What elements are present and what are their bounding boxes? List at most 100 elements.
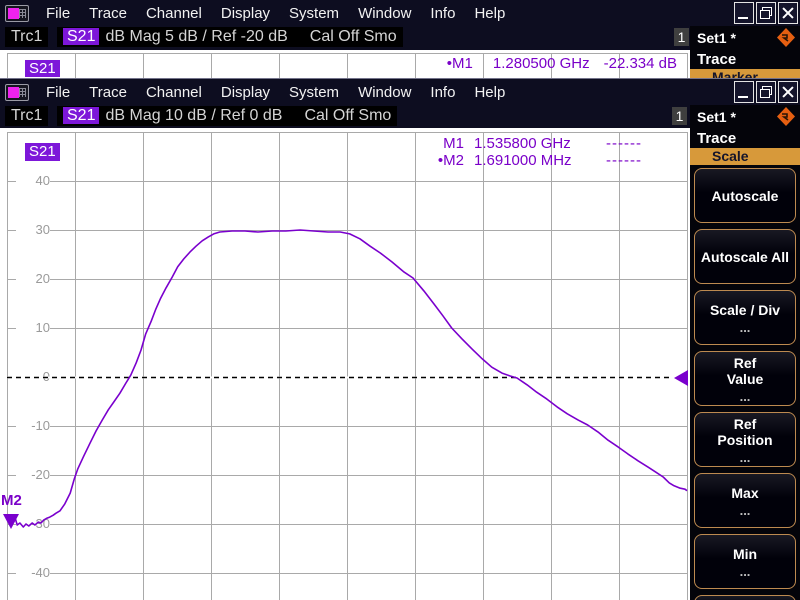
marker-frequency: 1.535800 GHz: [474, 135, 586, 152]
marker-frequency: 1.691000 MHz: [474, 152, 586, 169]
softkey-min[interactable]: Min...: [694, 534, 796, 589]
ellipsis: ...: [740, 390, 751, 403]
marker-level-placeholder: ------: [606, 135, 660, 152]
menu-window[interactable]: Window: [350, 2, 419, 25]
back-plot-trace-label: S21: [25, 60, 60, 77]
front-setup-row: Set1 *: [690, 105, 800, 128]
marker-name: M1: [420, 135, 464, 152]
back-setup-row: Set1 *: [690, 26, 800, 49]
restore-icon[interactable]: [756, 2, 776, 24]
rs-logo-icon: [776, 27, 796, 48]
softkey-list: Autoscale Autoscale All Scale / Div... R…: [690, 165, 800, 600]
meas-parameter-chip: S21: [63, 28, 99, 45]
y-tick-n20: -20: [16, 466, 50, 483]
y-tick-40: 40: [16, 172, 50, 189]
softkey-label: Min: [733, 546, 757, 562]
menu-trace[interactable]: Trace: [81, 81, 135, 104]
marker-frequency: 1.280500 GHz: [493, 55, 590, 72]
trace-name-box[interactable]: Trc1: [5, 106, 48, 126]
softkey-label: Scale / Div: [710, 302, 780, 318]
menu-info[interactable]: Info: [422, 81, 463, 104]
channel-number-badge: 1: [672, 107, 687, 125]
softkey-max[interactable]: Max...: [694, 473, 796, 528]
y-tick-20: 20: [16, 270, 50, 287]
cal-state: Cal Off Smo: [310, 28, 397, 45]
softkey-tab-scale[interactable]: Scale: [690, 148, 800, 165]
app-system-menu-icon[interactable]: [5, 84, 29, 101]
y-tick-0: 0: [16, 368, 50, 385]
softkey-label: Max: [731, 485, 758, 501]
menu-window[interactable]: Window: [350, 81, 419, 104]
display-screen-glyph: [8, 87, 19, 98]
display-grid-glyph: [19, 88, 26, 97]
display-grid-glyph: [19, 9, 26, 18]
cal-state: Cal Off Smo: [304, 107, 391, 124]
menu-channel[interactable]: Channel: [138, 81, 210, 104]
trace-settings-box[interactable]: S21dB Mag 5 dB / Ref -20 dBCal Off Smo: [57, 27, 403, 47]
softkey-ref-position[interactable]: RefPosition...: [694, 412, 796, 467]
softkey-label: Ref: [734, 416, 757, 432]
setup-title: Set1 *: [697, 30, 736, 46]
front-window-menubar: File Trace Channel Display System Window…: [0, 79, 800, 105]
front-window: File Trace Channel Display System Window…: [0, 78, 800, 600]
meas-parameter-chip: S21: [63, 107, 99, 124]
back-window-menubar: File Trace Channel Display System Window…: [0, 0, 800, 26]
menu-info[interactable]: Info: [422, 2, 463, 25]
y-tick-10: 10: [16, 319, 50, 336]
menu-system[interactable]: System: [281, 2, 347, 25]
softkey-group-label: Trace: [690, 128, 800, 148]
restore-icon[interactable]: [756, 81, 776, 103]
softkey-label: Ref: [734, 355, 757, 371]
marker-level: -22.334 dB: [604, 55, 677, 72]
y-tick-n40: -40: [16, 564, 50, 581]
vna-screen: File Trace Channel Display System Window…: [0, 0, 800, 600]
marker-name: •M1: [447, 55, 473, 72]
minimize-icon[interactable]: [734, 81, 754, 103]
back-plot-area: S21 •M1 1.280500 GHz -22.334 dB: [0, 50, 690, 78]
softkey-autoscale[interactable]: Autoscale: [694, 168, 796, 223]
softkey-ref-value[interactable]: RefValue...: [694, 351, 796, 406]
ellipsis: ...: [740, 321, 751, 334]
trace-settings-box[interactable]: S21dB Mag 10 dB / Ref 0 dBCal Off Smo: [57, 106, 397, 126]
menu-system[interactable]: System: [281, 81, 347, 104]
front-window-controls: [734, 81, 798, 103]
softkey-label-2: Value: [727, 371, 764, 387]
y-tick-30: 30: [16, 221, 50, 238]
softkey-group-label: Trace: [690, 49, 800, 69]
close-icon[interactable]: [778, 2, 798, 24]
setup-title: Set1 *: [697, 109, 736, 125]
y-tick-n30: -30: [16, 515, 50, 532]
back-trace-info-bar: Trc1 S21dB Mag 5 dB / Ref -20 dBCal Off …: [0, 26, 800, 49]
front-softkey-panel: Set1 * Trace Scale Autoscale Autoscale A…: [690, 105, 800, 600]
menu-trace[interactable]: Trace: [81, 2, 135, 25]
marker-level-placeholder: ------: [606, 152, 660, 169]
close-icon[interactable]: [778, 81, 798, 103]
menu-display[interactable]: Display: [213, 2, 278, 25]
ellipsis: ...: [740, 565, 751, 578]
softkey-scale-div[interactable]: Scale / Div...: [694, 290, 796, 345]
softkey-autoscale-all[interactable]: Autoscale All: [694, 229, 796, 284]
front-window-menu: File Trace Channel Display System Window…: [38, 81, 513, 104]
rs-logo-icon: [776, 106, 796, 127]
plot-grid: [7, 132, 688, 600]
menu-help[interactable]: Help: [466, 81, 513, 104]
back-window-controls: [734, 2, 798, 24]
menu-channel[interactable]: Channel: [138, 2, 210, 25]
menu-display[interactable]: Display: [213, 81, 278, 104]
menu-file[interactable]: File: [38, 81, 78, 104]
trace-name-box[interactable]: Trc1: [5, 27, 48, 47]
minimize-icon[interactable]: [734, 2, 754, 24]
softkey-partial[interactable]: [694, 595, 796, 600]
marker-row-m2: •M2 1.691000 MHz ------: [420, 152, 660, 169]
display-screen-glyph: [8, 8, 19, 19]
menu-help[interactable]: Help: [466, 2, 513, 25]
menu-file[interactable]: File: [38, 2, 78, 25]
softkey-label: Autoscale All: [701, 249, 789, 265]
softkey-label-2: Position: [717, 432, 772, 448]
marker-m2-flag-label: M2: [1, 492, 22, 509]
softkey-label: Autoscale: [712, 188, 779, 204]
plot-trace-label: S21: [25, 143, 60, 161]
marker-name: •M2: [420, 152, 464, 169]
channel-number-badge: 1: [674, 28, 689, 46]
app-system-menu-icon[interactable]: [5, 5, 29, 22]
